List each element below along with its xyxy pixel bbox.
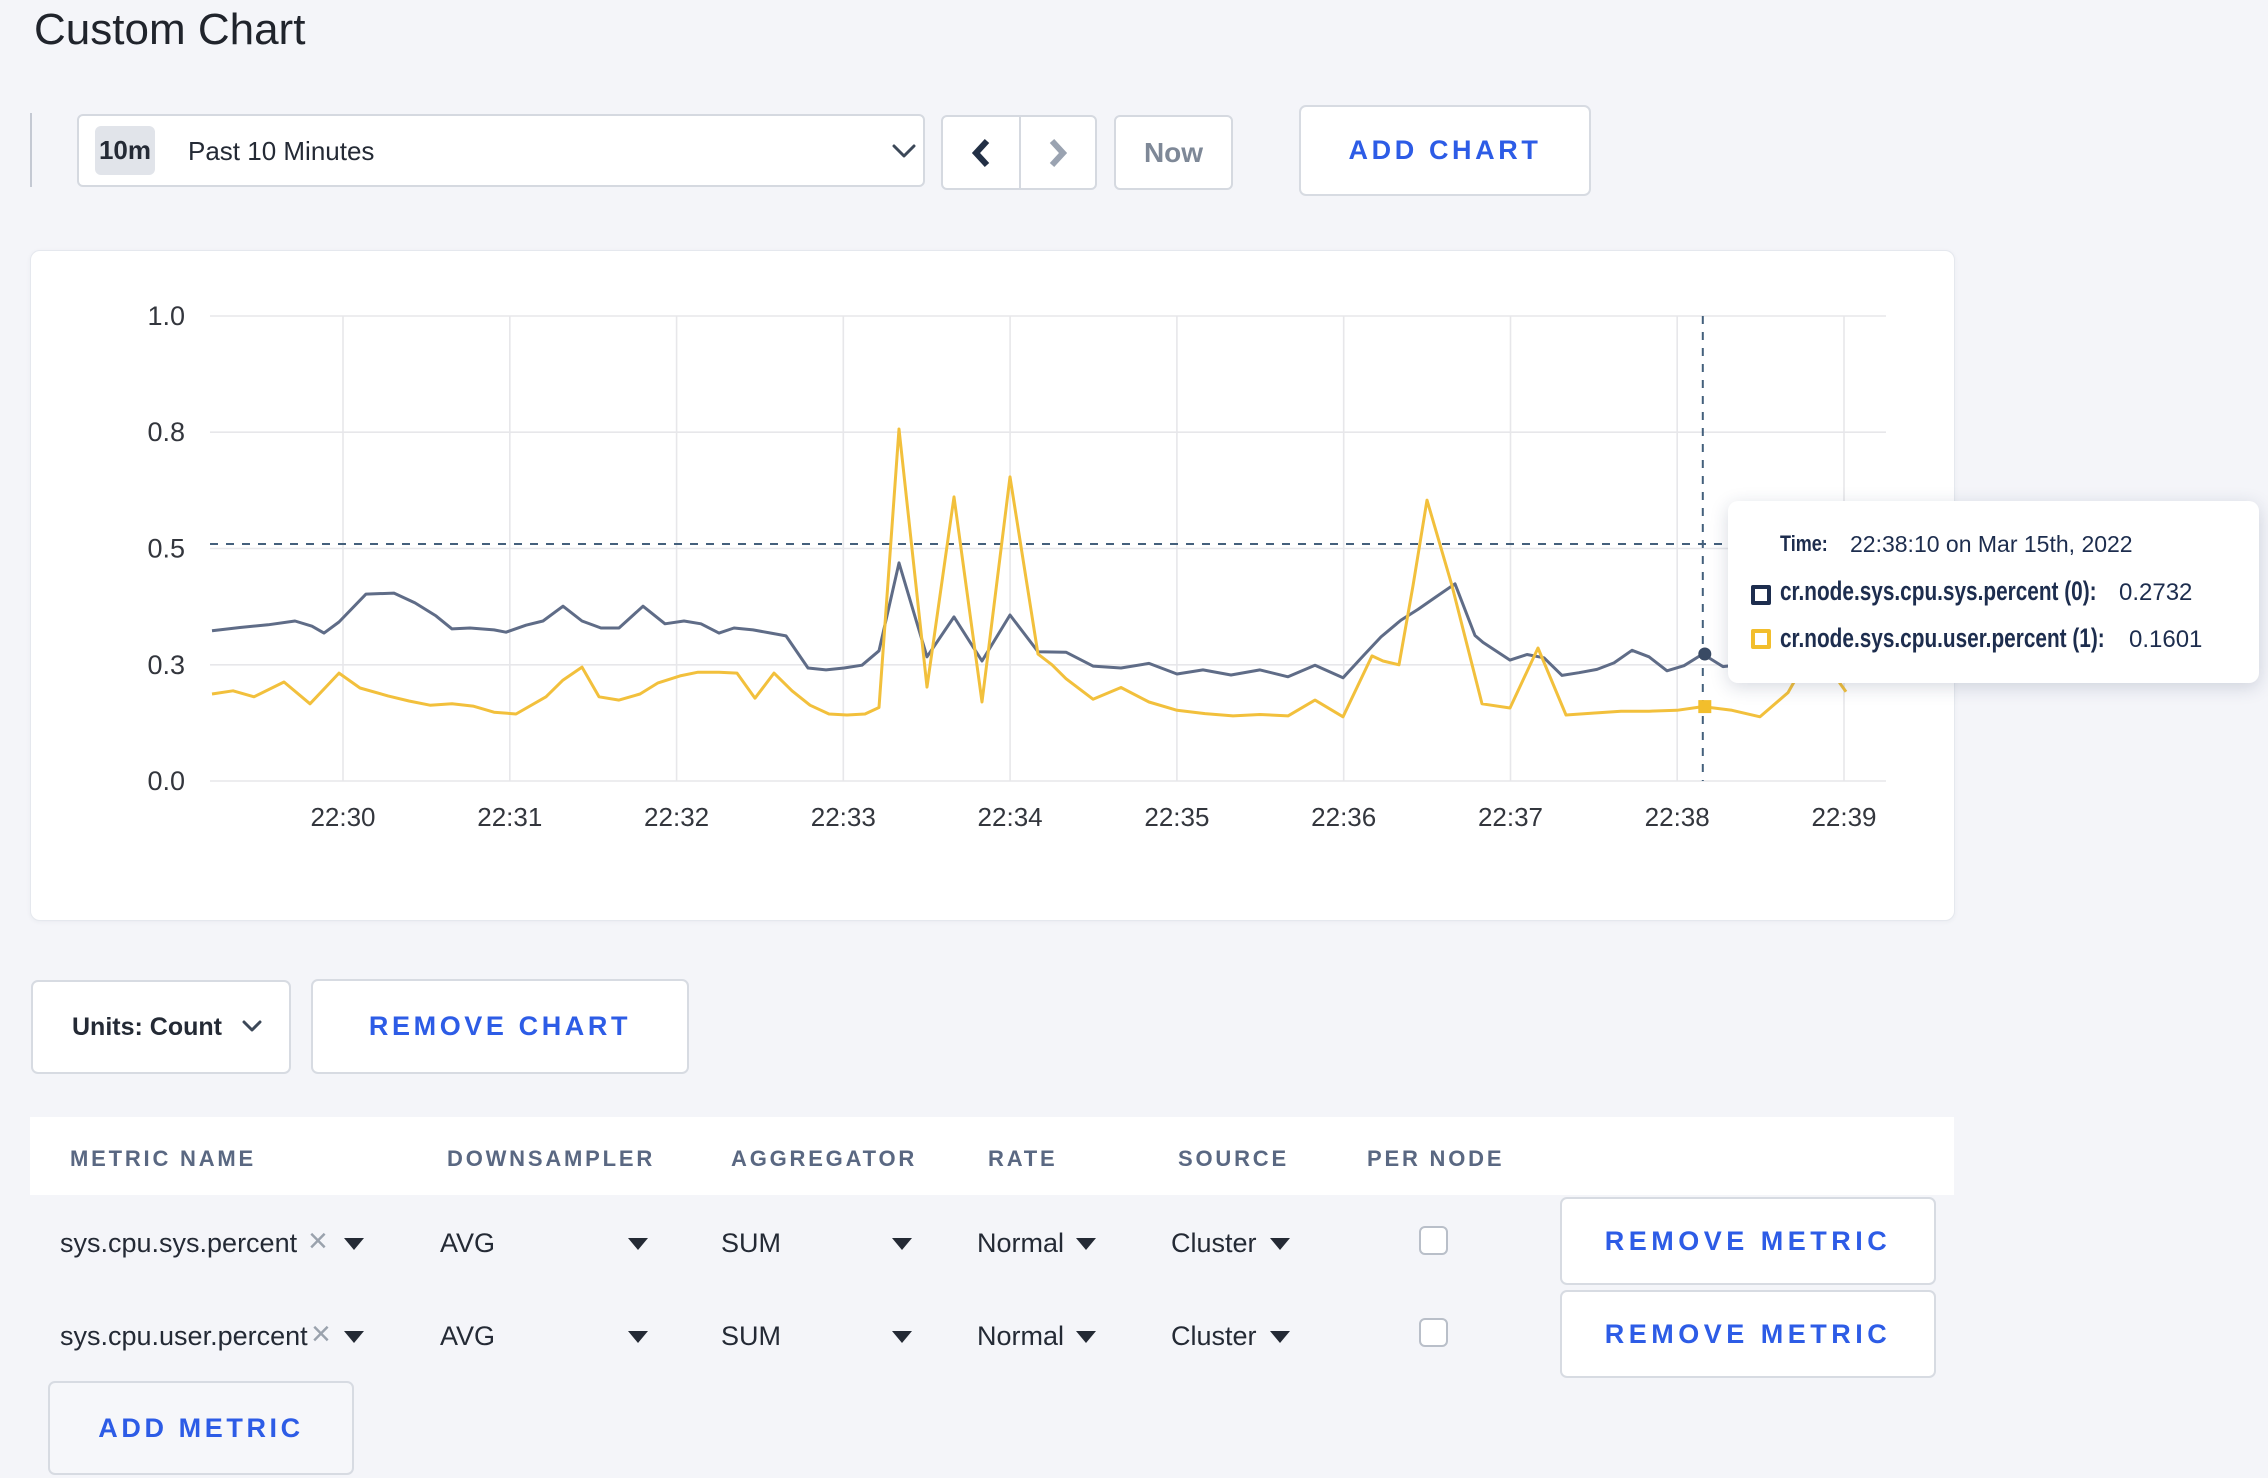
svg-text:22:32: 22:32	[644, 802, 709, 832]
svg-text:22:37: 22:37	[1478, 802, 1543, 832]
svg-text:0.5: 0.5	[147, 534, 185, 564]
svg-text:0.0: 0.0	[147, 766, 185, 796]
svg-text:22:36: 22:36	[1311, 802, 1376, 832]
svg-text:0.3: 0.3	[147, 650, 185, 680]
svg-text:22:38: 22:38	[1645, 802, 1710, 832]
svg-text:22:34: 22:34	[978, 802, 1043, 832]
svg-text:22:31: 22:31	[477, 802, 542, 832]
svg-text:22:35: 22:35	[1144, 802, 1209, 832]
svg-text:22:33: 22:33	[811, 802, 876, 832]
svg-text:22:30: 22:30	[310, 802, 375, 832]
svg-text:22:39: 22:39	[1811, 802, 1876, 832]
svg-text:1.0: 1.0	[147, 301, 185, 331]
svg-text:0.8: 0.8	[147, 417, 185, 447]
